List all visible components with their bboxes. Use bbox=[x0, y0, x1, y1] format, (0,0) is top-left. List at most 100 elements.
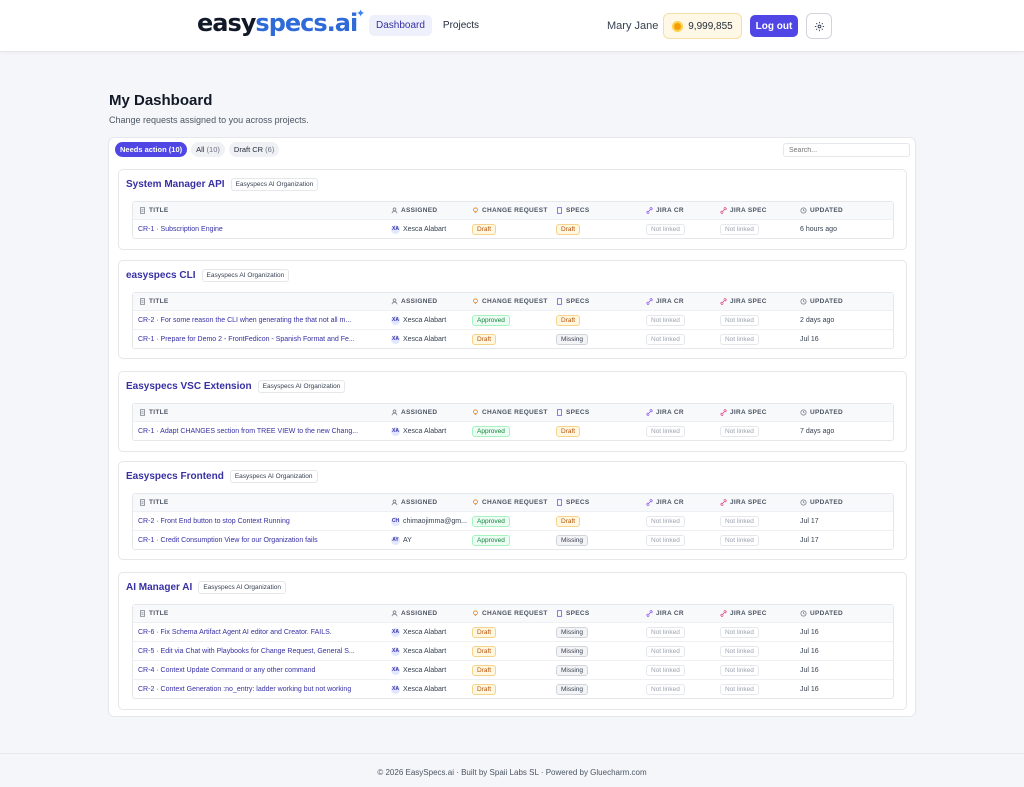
table-header-row: TITLE ASSIGNED CHANGE REQUEST SPECS JIRA… bbox=[133, 293, 893, 310]
status-badge: Draft bbox=[472, 223, 497, 235]
cr-title-link[interactable]: CR-2 · Context Generation :no_entry: lad… bbox=[138, 686, 351, 693]
nav-dashboard[interactable]: Dashboard bbox=[369, 15, 432, 36]
jira-spec-status: Not linked bbox=[720, 531, 790, 549]
specs-status: Missing bbox=[556, 642, 636, 660]
table-row[interactable]: CR-2 · Context Generation :no_entry: lad… bbox=[133, 679, 893, 698]
col-change-request: CHANGE REQUEST bbox=[472, 293, 552, 310]
project-name[interactable]: easyspecs CLI bbox=[126, 270, 196, 281]
credits-badge: 9,999,855 bbox=[663, 13, 742, 39]
table-row[interactable]: CR-2 · Front End button to stop Context … bbox=[133, 511, 893, 530]
project-name[interactable]: AI Manager AI bbox=[126, 582, 192, 593]
col-assigned-label: ASSIGNED bbox=[401, 409, 438, 416]
avatar: CH bbox=[391, 516, 400, 526]
col-jira-cr-label: JIRA CR bbox=[656, 610, 684, 617]
search-input[interactable] bbox=[783, 143, 910, 157]
status-badge: Not linked bbox=[720, 683, 759, 695]
status-badge: Approved bbox=[472, 425, 510, 437]
col-assigned-label: ASSIGNED bbox=[401, 499, 438, 506]
col-specs-label: SPECS bbox=[566, 207, 590, 214]
table-row[interactable]: CR-1 · Subscription Engine XA Xesca Alaba… bbox=[133, 219, 893, 238]
col-cr-label: CHANGE REQUEST bbox=[482, 207, 548, 214]
specs-status: Draft bbox=[556, 311, 636, 329]
table-row[interactable]: CR-2 · For some reason the CLI when gene… bbox=[133, 310, 893, 329]
table-row[interactable]: CR-1 · Adapt CHANGES section from TREE V… bbox=[133, 421, 893, 440]
link-icon bbox=[646, 610, 653, 617]
col-change-request: CHANGE REQUEST bbox=[472, 202, 552, 219]
logout-button[interactable]: Log out bbox=[750, 15, 798, 37]
assignee: XA Xesca Alabart bbox=[391, 220, 469, 238]
filter-needs-action[interactable]: Needs action (10) bbox=[115, 142, 188, 157]
filter-draft-cr[interactable]: Draft CR (6) bbox=[228, 142, 280, 157]
clock-icon bbox=[800, 409, 807, 416]
document-icon bbox=[140, 298, 145, 305]
jira-spec-status: Not linked bbox=[720, 422, 790, 440]
col-title: TITLE bbox=[139, 293, 379, 310]
specs-status: Missing bbox=[556, 680, 636, 698]
cr-title-link[interactable]: CR-1 · Adapt CHANGES section from TREE V… bbox=[138, 428, 358, 435]
assignee: XA Xesca Alabart bbox=[391, 311, 469, 329]
project-header: easyspecs CLI Easyspecs AI Organization bbox=[126, 269, 290, 282]
jira-cr-status: Not linked bbox=[646, 311, 716, 329]
cr-title-link[interactable]: CR-4 · Context Update Command or any oth… bbox=[138, 667, 315, 674]
table-row[interactable]: CR-5 · Edit via Chat with Playbooks for … bbox=[133, 641, 893, 660]
assignee: XA Xesca Alabart bbox=[391, 623, 469, 641]
avatar: XA bbox=[391, 315, 400, 325]
change-request-table: TITLE ASSIGNED CHANGE REQUEST SPECS JIRA… bbox=[132, 604, 894, 699]
table-row[interactable]: CR-1 · Prepare for Demo 2 - FrontFedicon… bbox=[133, 329, 893, 348]
cr-title: CR-5 · Edit via Chat with Playbooks for … bbox=[138, 642, 378, 660]
user-icon bbox=[391, 207, 398, 214]
status-badge: Approved bbox=[472, 515, 510, 527]
cr-title-link[interactable]: CR-1 · Subscription Engine bbox=[138, 226, 223, 233]
main-nav: Dashboard Projects bbox=[369, 15, 486, 36]
table-row[interactable]: CR-1 · Credit Consumption View for our O… bbox=[133, 530, 893, 549]
updated-value: Jul 16 bbox=[800, 628, 819, 636]
avatar: AY bbox=[391, 535, 400, 545]
cr-title-link[interactable]: CR-1 · Prepare for Demo 2 - FrontFedicon… bbox=[138, 336, 355, 343]
cr-title-link[interactable]: CR-1 · Credit Consumption View for our O… bbox=[138, 537, 318, 544]
status-badge: Not linked bbox=[646, 314, 685, 326]
link-icon bbox=[720, 499, 727, 506]
project-name[interactable]: Easyspecs VSC Extension bbox=[126, 381, 252, 392]
settings-button[interactable] bbox=[806, 13, 832, 39]
cr-status: Draft bbox=[472, 680, 552, 698]
org-badge: Easyspecs AI Organization bbox=[257, 380, 346, 393]
col-updated-label: UPDATED bbox=[810, 207, 844, 214]
assignee-name: chimaojimma@gm... bbox=[403, 517, 467, 525]
jira-cr-status: Not linked bbox=[646, 661, 716, 679]
updated-time: Jul 16 bbox=[800, 661, 890, 679]
clock-icon bbox=[800, 298, 807, 305]
assignee-name: AY bbox=[403, 536, 412, 544]
project-name[interactable]: System Manager API bbox=[126, 179, 225, 190]
cr-status: Approved bbox=[472, 531, 552, 549]
table-row[interactable]: CR-4 · Context Update Command or any oth… bbox=[133, 660, 893, 679]
project-header: AI Manager AI Easyspecs AI Organization bbox=[126, 581, 286, 594]
link-icon bbox=[646, 409, 653, 416]
updated-time: Jul 16 bbox=[800, 642, 890, 660]
project-name[interactable]: Easyspecs Frontend bbox=[126, 471, 224, 482]
col-jira-spec-label: JIRA SPEC bbox=[730, 298, 767, 305]
file-icon bbox=[557, 409, 562, 416]
table-row[interactable]: CR-6 · Fix Schema Artifact Agent AI edit… bbox=[133, 622, 893, 641]
nav-projects[interactable]: Projects bbox=[436, 15, 486, 36]
jira-cr-status: Not linked bbox=[646, 422, 716, 440]
col-cr-label: CHANGE REQUEST bbox=[482, 409, 548, 416]
status-badge: Draft bbox=[472, 333, 497, 345]
assignee: XA Xesca Alabart bbox=[391, 422, 469, 440]
project-card: easyspecs CLI Easyspecs AI Organization … bbox=[118, 260, 907, 359]
table-header-row: TITLE ASSIGNED CHANGE REQUEST SPECS JIRA… bbox=[133, 202, 893, 219]
cr-title-link[interactable]: CR-6 · Fix Schema Artifact Agent AI edit… bbox=[138, 629, 332, 636]
cr-title-link[interactable]: CR-2 · Front End button to stop Context … bbox=[138, 518, 290, 525]
filter-all[interactable]: All (10) bbox=[191, 142, 225, 157]
updated-value: Jul 16 bbox=[800, 666, 819, 674]
document-icon bbox=[140, 207, 145, 214]
avatar: XA bbox=[391, 224, 400, 234]
jira-spec-status: Not linked bbox=[720, 311, 790, 329]
status-badge: Not linked bbox=[646, 223, 685, 235]
logo[interactable]: easyspecs.ai ✦ bbox=[197, 7, 365, 37]
sparkle-icon: ✦ bbox=[355, 7, 365, 20]
table-header-row: TITLE ASSIGNED CHANGE REQUEST SPECS JIRA… bbox=[133, 404, 893, 421]
cr-title: CR-1 · Prepare for Demo 2 - FrontFedicon… bbox=[138, 330, 378, 348]
status-badge: Draft bbox=[556, 223, 581, 235]
cr-title-link[interactable]: CR-5 · Edit via Chat with Playbooks for … bbox=[138, 648, 355, 655]
cr-title-link[interactable]: CR-2 · For some reason the CLI when gene… bbox=[138, 317, 351, 324]
